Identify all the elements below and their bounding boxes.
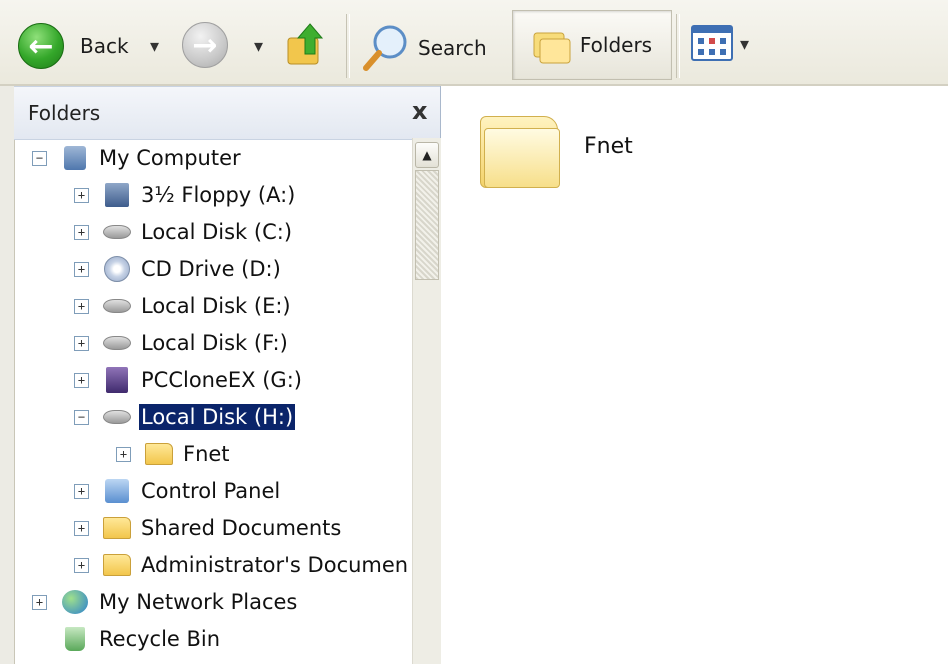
back-button[interactable]: ← Back bbox=[18, 22, 129, 70]
forward-button[interactable]: → bbox=[182, 22, 228, 68]
tree-item-label: PCCloneEX (G:) bbox=[141, 368, 302, 392]
tree-item-label: Local Disk (E:) bbox=[141, 294, 291, 318]
folders-button[interactable]: Folders bbox=[512, 10, 672, 80]
tree-item-floppy[interactable]: + 3½ Floppy (A:) bbox=[74, 178, 297, 212]
magnifier-icon bbox=[363, 25, 407, 71]
tree-item-administrators-documents[interactable]: + Administrator's Documen bbox=[74, 548, 410, 582]
expand-icon[interactable]: + bbox=[74, 261, 89, 277]
forward-arrow-icon: → bbox=[182, 22, 228, 68]
search-label: Search bbox=[418, 36, 487, 60]
pcclone-icon bbox=[103, 367, 131, 393]
folder-icon bbox=[145, 441, 173, 467]
tree-item-cd-drive-d[interactable]: + CD Drive (D:) bbox=[74, 252, 283, 286]
tree-item-label: Shared Documents bbox=[141, 516, 342, 540]
recycle-bin-icon bbox=[61, 626, 89, 652]
back-dropdown-icon[interactable]: ▾ bbox=[150, 36, 159, 57]
up-button[interactable] bbox=[286, 20, 326, 68]
tree-item-label: Local Disk (F:) bbox=[141, 331, 288, 355]
drive-icon bbox=[103, 219, 131, 245]
expand-icon[interactable]: + bbox=[74, 224, 89, 240]
control-panel-icon bbox=[103, 478, 131, 504]
scroll-thumb[interactable] bbox=[415, 170, 439, 280]
tree-item-label: 3½ Floppy (A:) bbox=[141, 183, 296, 207]
cd-drive-icon bbox=[103, 256, 131, 282]
close-icon[interactable]: x bbox=[412, 97, 427, 125]
tree-item-label: Local Disk (H:) bbox=[139, 404, 296, 430]
tree-item-control-panel[interactable]: + Control Panel bbox=[74, 474, 282, 508]
tree-item-shared-documents[interactable]: + Shared Documents bbox=[74, 511, 343, 545]
folders-pane-header: Folders x bbox=[14, 86, 440, 140]
tree-item-local-disk-e[interactable]: + Local Disk (E:) bbox=[74, 289, 293, 323]
expand-icon[interactable]: + bbox=[74, 483, 89, 499]
tree-item-fnet[interactable]: + Fnet bbox=[116, 437, 232, 471]
expand-icon[interactable]: + bbox=[32, 594, 47, 610]
drive-icon bbox=[103, 293, 131, 319]
drive-icon bbox=[103, 330, 131, 356]
forward-dropdown-icon[interactable]: ▾ bbox=[254, 36, 263, 57]
tree-item-local-disk-h[interactable]: − Local Disk (H:) bbox=[74, 400, 296, 434]
folders-pane-title: Folders bbox=[28, 101, 101, 125]
expand-icon[interactable]: + bbox=[74, 520, 89, 536]
tree-item-recycle-bin[interactable]: Recycle Bin bbox=[32, 622, 222, 656]
expand-icon[interactable]: + bbox=[74, 187, 89, 203]
tree-item-label: Recycle Bin bbox=[99, 627, 221, 651]
views-icon bbox=[691, 25, 733, 61]
back-label: Back bbox=[80, 34, 129, 58]
search-button[interactable]: Search bbox=[360, 22, 487, 74]
folder-tree: − My Computer + 3½ Floppy (A:) + Local D… bbox=[14, 138, 412, 664]
drive-icon bbox=[103, 404, 131, 430]
collapse-icon[interactable]: − bbox=[32, 150, 47, 166]
tree-item-pcclone-g[interactable]: + PCCloneEX (G:) bbox=[74, 363, 304, 397]
expand-icon[interactable]: + bbox=[74, 372, 89, 388]
tree-item-my-computer[interactable]: − My Computer bbox=[32, 141, 243, 175]
tree-scrollbar[interactable]: ▲ bbox=[412, 138, 441, 664]
folder-icon bbox=[103, 515, 131, 541]
toolbar-separator bbox=[346, 14, 350, 78]
content-pane: Fnet bbox=[456, 86, 948, 664]
floppy-icon bbox=[103, 182, 131, 208]
expand-icon[interactable]: + bbox=[116, 446, 131, 462]
tree-item-local-disk-c[interactable]: + Local Disk (C:) bbox=[74, 215, 294, 249]
tree-item-label: Local Disk (C:) bbox=[141, 220, 293, 244]
up-folder-icon bbox=[287, 23, 324, 65]
toolbar-separator bbox=[676, 14, 680, 78]
views-dropdown-icon: ▾ bbox=[740, 33, 750, 55]
pane-edge bbox=[0, 86, 15, 664]
tree-item-my-network-places[interactable]: + My Network Places bbox=[32, 585, 299, 619]
network-icon bbox=[61, 589, 89, 615]
tree-item-label: CD Drive (D:) bbox=[141, 257, 281, 281]
expand-icon[interactable]: + bbox=[74, 335, 89, 351]
tree-item-label: My Network Places bbox=[99, 590, 298, 614]
folders-label: Folders bbox=[579, 33, 653, 57]
folders-pane: Folders x − My Computer + 3½ Floppy (A:)… bbox=[0, 86, 441, 664]
tree-item-label: My Computer bbox=[99, 146, 241, 170]
tree-item-label: Fnet bbox=[183, 442, 230, 466]
toolbar: ← Back ▾ → ▾ Search Folders ▾ bbox=[0, 0, 948, 86]
tree-item-label: Control Panel bbox=[141, 479, 281, 503]
collapse-icon[interactable]: − bbox=[74, 409, 89, 425]
expand-icon[interactable]: + bbox=[74, 557, 89, 573]
folder-icon bbox=[103, 552, 131, 578]
back-arrow-icon: ← bbox=[18, 23, 64, 69]
folders-icon bbox=[533, 32, 571, 64]
folder-icon[interactable] bbox=[480, 112, 560, 188]
views-button[interactable]: ▾ bbox=[690, 22, 749, 66]
expand-icon[interactable]: + bbox=[74, 298, 89, 314]
computer-icon bbox=[61, 145, 89, 171]
content-item-label[interactable]: Fnet bbox=[584, 134, 633, 159]
scroll-up-arrow-icon[interactable]: ▲ bbox=[415, 142, 439, 168]
tree-item-local-disk-f[interactable]: + Local Disk (F:) bbox=[74, 326, 290, 360]
tree-item-label: Administrator's Documen bbox=[141, 553, 409, 577]
